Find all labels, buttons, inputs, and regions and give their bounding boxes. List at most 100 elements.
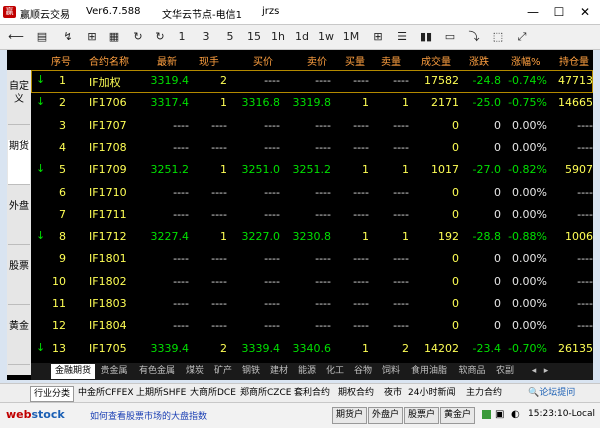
cell-name: IF1804 bbox=[89, 319, 127, 333]
col-ask[interactable]: 卖价 bbox=[307, 53, 327, 68]
left-tab-foreign[interactable]: 外盘 bbox=[8, 200, 30, 245]
quote-list-icon[interactable]: ▤ bbox=[32, 28, 52, 46]
exchange-tab-industry[interactable]: 行业分类 bbox=[30, 386, 74, 402]
col-open-interest[interactable]: 持仓量 bbox=[559, 53, 589, 68]
back-icon[interactable]: ⟵ bbox=[6, 28, 26, 46]
help-tip-link[interactable]: 如何查看股票市场的大盘指数 bbox=[90, 409, 207, 422]
category-tab-nonferrous[interactable]: 有色金属 bbox=[135, 364, 179, 379]
grid-icon[interactable]: ⊞ bbox=[368, 28, 388, 46]
cell-ask: ---- bbox=[315, 185, 331, 199]
table-row[interactable]: ↓ 5 IF1709 3251.2 1 3251.0 3251.2 1 1 1017 -27.0 -0… bbox=[31, 159, 593, 182]
left-tab-stocks[interactable]: 股票 bbox=[8, 260, 30, 305]
period-3m-button[interactable]: 3 bbox=[198, 28, 214, 46]
col-last[interactable]: 最新 bbox=[157, 53, 177, 68]
save-icon[interactable]: ↻ bbox=[128, 28, 148, 46]
category-tab-precious-metals[interactable]: 贵金属 bbox=[97, 364, 131, 379]
exchange-tab-czce[interactable]: 郑商所CZCE bbox=[240, 386, 291, 400]
frame-icon[interactable]: ⬚ bbox=[488, 28, 508, 46]
cell-no: 2 bbox=[59, 96, 66, 110]
menu-icon[interactable]: ☰ bbox=[392, 28, 412, 46]
col-name[interactable]: 合约名称 bbox=[89, 53, 129, 68]
cell-bid: 3251.0 bbox=[241, 163, 281, 177]
table-row[interactable]: 4 IF1708 ---- ---- ---- ---- ---- ---- 0 0 0.00% --… bbox=[31, 137, 593, 160]
cell-vol: ---- bbox=[211, 140, 227, 154]
cell-chg: -25.0 bbox=[472, 96, 501, 110]
exchange-tab-dce[interactable]: 大商所DCE bbox=[190, 386, 236, 400]
table-row[interactable]: 3 IF1707 ---- ---- ---- ---- ---- ---- 0 0 0.00% --… bbox=[31, 115, 593, 138]
table-row[interactable]: ↓ 8 IF1712 3227.4 1 3227.0 3230.8 1 1 192 -28.8 -0.… bbox=[31, 226, 593, 249]
stock-account-button[interactable]: 股票户 bbox=[404, 407, 440, 424]
category-tab-chemicals[interactable]: 化工 bbox=[323, 364, 347, 379]
exchange-tab-night[interactable]: 夜市 bbox=[384, 386, 402, 400]
table-row[interactable]: ↓ 2 IF1706 3317.4 1 3316.8 3319.8 1 1 2171 -25.0 -0… bbox=[31, 92, 593, 115]
bars-icon[interactable]: ▮▮ bbox=[416, 28, 436, 46]
category-tab-grains[interactable]: 谷物 bbox=[351, 364, 375, 379]
refresh-icon[interactable]: ↻ bbox=[150, 28, 170, 46]
table-row[interactable]: 11 IF1803 ---- ---- ---- ---- ---- ---- 0 0 0.00% -… bbox=[31, 293, 593, 316]
left-tab-futures[interactable]: 期货 bbox=[8, 140, 30, 185]
down-arrow-icon: ↓ bbox=[36, 162, 46, 176]
col-bid[interactable]: 买价 bbox=[253, 53, 273, 68]
layout-icon[interactable]: ⊞ bbox=[82, 28, 102, 46]
table-row[interactable]: ↓ 13 IF1705 3339.4 2 3339.4 3340.6 1 2 14202 -23.4… bbox=[31, 338, 593, 361]
scroll-right-icon[interactable]: ▸ bbox=[541, 364, 551, 379]
exchange-tab-cffex[interactable]: 中金所CFFEX bbox=[78, 386, 134, 400]
period-day-button[interactable]: 1d bbox=[292, 28, 312, 46]
cell-name: IF1711 bbox=[89, 207, 127, 221]
kline-icon[interactable]: ▦ bbox=[104, 28, 124, 46]
category-tab-edible-oils[interactable]: 食用油脂 bbox=[407, 364, 451, 379]
forum-link-label: 论坛提问 bbox=[539, 388, 576, 398]
category-tab-feed[interactable]: 饲料 bbox=[379, 364, 403, 379]
category-tab-soft[interactable]: 软商品 bbox=[455, 364, 489, 379]
window-icon[interactable]: ▭ bbox=[440, 28, 460, 46]
category-tab-agri[interactable]: 农副 bbox=[493, 364, 517, 379]
category-tab-building[interactable]: 建材 bbox=[267, 364, 291, 379]
fullscreen-icon[interactable]: ⤢ bbox=[512, 28, 532, 46]
col-bid-qty[interactable]: 买量 bbox=[345, 53, 365, 68]
period-week-button[interactable]: 1w bbox=[316, 28, 336, 46]
col-change[interactable]: 涨跌 bbox=[469, 53, 489, 68]
left-tab-custom[interactable]: 自定义 bbox=[8, 80, 30, 125]
maximize-button[interactable]: ☐ bbox=[546, 2, 572, 22]
table-row[interactable]: 10 IF1802 ---- ---- ---- ---- ---- ---- 0 0 0.00% -… bbox=[31, 271, 593, 294]
table-row[interactable]: 9 IF1801 ---- ---- ---- ---- ---- ---- 0 0 0.00% --… bbox=[31, 248, 593, 271]
col-turnover[interactable]: 成交量 bbox=[421, 53, 451, 68]
category-tab-steel[interactable]: 钢铁 bbox=[239, 364, 263, 379]
sound-icon[interactable]: ◐ bbox=[511, 409, 520, 420]
period-1h-button[interactable]: 1h bbox=[268, 28, 288, 46]
col-volume[interactable]: 现手 bbox=[199, 53, 219, 68]
col-ask-qty[interactable]: 卖量 bbox=[381, 53, 401, 68]
category-tab-financial-futures[interactable]: 金融期货 bbox=[51, 364, 95, 379]
exchange-tab-options[interactable]: 期权合约 bbox=[338, 386, 374, 400]
futures-account-button[interactable]: 期货户 bbox=[332, 407, 368, 424]
gold-account-button[interactable]: 黄金户 bbox=[440, 407, 476, 424]
table-row[interactable]: 6 IF1710 ---- ---- ---- ---- ---- ---- 0 0 0.00% --… bbox=[31, 182, 593, 205]
order-icon[interactable]: ⤵ bbox=[464, 28, 484, 46]
exchange-tab-arbitrage[interactable]: 套利合约 bbox=[294, 386, 330, 400]
exchange-tab-news[interactable]: 24小时新闻 bbox=[408, 386, 455, 400]
cell-aq: 1 bbox=[402, 163, 409, 177]
table-row[interactable]: 12 IF1804 ---- ---- ---- ---- ---- ---- 0 0 0.00% -… bbox=[31, 315, 593, 338]
period-month-button[interactable]: 1M bbox=[340, 28, 362, 46]
table-row[interactable]: ↓ 1 IF加权 3319.4 2 ---- ---- ---- ---- 17582 -24.8-… bbox=[31, 70, 593, 93]
close-button[interactable]: ✕ bbox=[572, 2, 598, 22]
period-15m-button[interactable]: 15 bbox=[244, 28, 264, 46]
category-tab-coal[interactable]: 煤炭 bbox=[183, 364, 207, 379]
exchange-tab-main-contracts[interactable]: 主力合约 bbox=[466, 386, 502, 400]
left-tab-gold[interactable]: 黄金 bbox=[8, 320, 30, 365]
cell-no: 13 bbox=[52, 341, 66, 355]
minimize-button[interactable]: — bbox=[520, 2, 546, 22]
tick-chart-icon[interactable]: ↯ bbox=[58, 28, 78, 46]
category-tab-minerals[interactable]: 矿产 bbox=[211, 364, 235, 379]
category-tab-energy[interactable]: 能源 bbox=[295, 364, 319, 379]
foreign-account-button[interactable]: 外盘户 bbox=[368, 407, 404, 424]
period-5m-button[interactable]: 5 bbox=[222, 28, 238, 46]
table-row[interactable]: 7 IF1711 ---- ---- ---- ---- ---- ---- 0 0 0.00% --… bbox=[31, 204, 593, 227]
forum-link[interactable]: 🔍论坛提问 bbox=[528, 386, 575, 400]
period-1m-button[interactable]: 1 bbox=[174, 28, 190, 46]
cell-chg: -28.8 bbox=[472, 230, 501, 244]
col-index[interactable]: 序号 bbox=[51, 53, 71, 68]
scroll-left-icon[interactable]: ◂ bbox=[529, 364, 539, 379]
exchange-tab-shfe[interactable]: 上期所SHFE bbox=[136, 386, 186, 400]
col-change-pct[interactable]: 涨幅% bbox=[511, 53, 541, 68]
